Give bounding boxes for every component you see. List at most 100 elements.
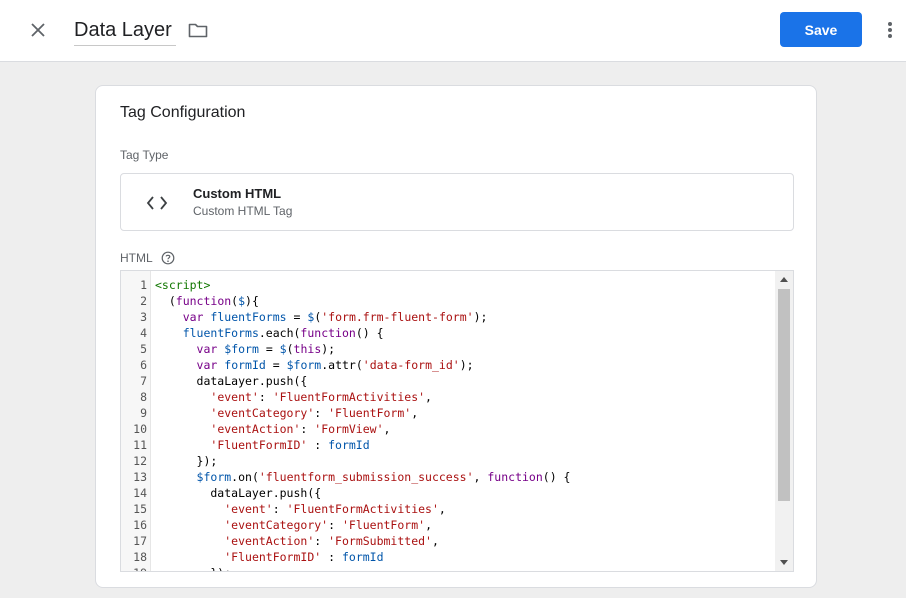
code-text: 'eventCategory': 'FluentForm',	[155, 405, 418, 421]
html-code-editor[interactable]: 1 <script> 2 (function($){3 var fluentForm…	[120, 270, 794, 572]
code-token: .each(	[258, 326, 301, 340]
code-token: formId	[328, 438, 370, 452]
folder-icon	[188, 23, 208, 38]
code-token: ,	[383, 422, 391, 436]
code-token: 'FluentFormID'	[224, 550, 322, 564]
code-token: :	[272, 502, 287, 516]
code-token: () {	[542, 470, 571, 484]
code-text: 'eventCategory': 'FluentForm',	[155, 517, 432, 533]
code-icon	[146, 196, 168, 210]
code-line[interactable]: 8 'event': 'FluentFormActivities',	[121, 389, 775, 405]
line-number: 11	[133, 438, 147, 452]
code-line[interactable]: 6 var formId = $form.attr('data-form_id'…	[121, 357, 775, 373]
code-line[interactable]: 9 'eventCategory': 'FluentForm',	[121, 405, 775, 421]
tag-type-subtitle: Custom HTML Tag	[193, 204, 293, 218]
line-number: 18	[133, 550, 147, 564]
code-token: 'data-form_id'	[362, 358, 460, 372]
help-icon[interactable]	[161, 251, 175, 265]
code-text: <script>	[155, 277, 210, 293]
code-text: (function($){	[155, 293, 259, 309]
code-token: <script>	[155, 278, 211, 292]
code-token: =	[265, 358, 287, 372]
code-text: 'eventAction': 'FormSubmitted',	[155, 533, 439, 549]
code-line[interactable]: 18 'FluentFormID' : formId	[121, 549, 775, 565]
close-button[interactable]	[24, 16, 52, 44]
code-line[interactable]: 11 'FluentFormID' : formId	[121, 437, 775, 453]
line-number: 2	[140, 294, 147, 308]
line-number: 16	[133, 518, 147, 532]
code-token: );	[459, 358, 474, 372]
code-line[interactable]: 16 'eventCategory': 'FluentForm',	[121, 517, 775, 533]
code-token: :	[314, 534, 329, 548]
arrow-up-icon	[780, 277, 788, 282]
scrollbar-thumb[interactable]	[778, 289, 790, 501]
code-token: fluentForms	[210, 310, 287, 324]
code-token: :	[321, 550, 342, 564]
code-line[interactable]: 3 var fluentForms = $('form.frm-fluent-f…	[121, 309, 775, 325]
top-bar: Data Layer Save	[0, 0, 906, 62]
code-token: function	[487, 470, 543, 484]
more-options-button[interactable]	[880, 17, 900, 43]
code-line[interactable]: 1 <script>	[121, 277, 775, 293]
editor-scrollbar[interactable]	[775, 271, 793, 571]
code-token: 'FluentFormID'	[210, 438, 308, 452]
tag-type-selector[interactable]: Custom HTML Custom HTML Tag	[120, 173, 794, 231]
tag-type-label: Tag Type	[120, 148, 169, 162]
code-text: var formId = $form.attr('data-form_id');	[155, 357, 474, 373]
code-token: function	[300, 326, 356, 340]
code-token: ,	[431, 534, 439, 548]
code-token: $form	[224, 342, 259, 356]
code-line[interactable]: 15 'event': 'FluentFormActivities',	[121, 501, 775, 517]
tag-type-name: Custom HTML	[193, 186, 282, 201]
code-text: $form.on('fluentform_submission_success'…	[155, 469, 571, 485]
tag-configuration-card: Tag Configuration Tag Type Custom HTML C…	[95, 85, 817, 588]
scroll-down-arrow[interactable]	[775, 555, 793, 571]
code-text: fluentForms.each(function() {	[155, 325, 384, 341]
code-token: 'FluentForm'	[328, 406, 412, 420]
code-token: dataLayer.push({	[155, 374, 308, 388]
save-button[interactable]: Save	[780, 12, 862, 47]
card-title: Tag Configuration	[120, 104, 246, 121]
code-token: ){	[245, 294, 259, 308]
code-token: );	[473, 310, 488, 324]
line-number: 13	[133, 470, 147, 484]
code-token: (	[155, 294, 176, 308]
code-line[interactable]: 12 });	[121, 453, 775, 469]
code-line[interactable]: 7 dataLayer.push({	[121, 373, 775, 389]
code-token: function	[175, 294, 232, 308]
code-line[interactable]: 4 fluentForms.each(function() {	[121, 325, 775, 341]
code-token: 'FormSubmitted'	[328, 534, 432, 548]
code-token: =	[286, 310, 308, 324]
code-line[interactable]: 17 'eventAction': 'FormSubmitted',	[121, 533, 775, 549]
code-token: $	[238, 294, 246, 308]
code-token: () {	[355, 326, 384, 340]
code-token: 'FluentFormActivities'	[272, 390, 426, 404]
code-lines[interactable]: 1 <script> 2 (function($){3 var fluentForm…	[121, 277, 775, 571]
code-token: .on(	[231, 470, 259, 484]
scroll-up-arrow[interactable]	[775, 271, 793, 287]
code-line[interactable]: 5 var $form = $(this);	[121, 341, 775, 357]
code-line[interactable]: 13 $form.on('fluentform_submission_succe…	[121, 469, 775, 485]
code-line[interactable]: 19 });	[121, 565, 775, 571]
code-line[interactable]: 2 (function($){	[121, 293, 775, 309]
code-token: $form	[196, 470, 232, 484]
folder-button[interactable]	[186, 18, 210, 42]
code-line[interactable]: 10 'eventAction': 'FormView',	[121, 421, 775, 437]
line-number: 8	[140, 390, 147, 404]
code-token: (	[286, 342, 294, 356]
line-number: 12	[133, 454, 147, 468]
code-token: ,	[425, 518, 432, 532]
code-line[interactable]: 14 dataLayer.push({	[121, 485, 775, 501]
code-token: fluentForms	[182, 326, 259, 340]
code-token: :	[258, 390, 273, 404]
code-token: this	[293, 342, 322, 356]
code-token: 'eventAction'	[210, 422, 301, 436]
tag-name-field[interactable]: Data Layer	[74, 16, 176, 46]
